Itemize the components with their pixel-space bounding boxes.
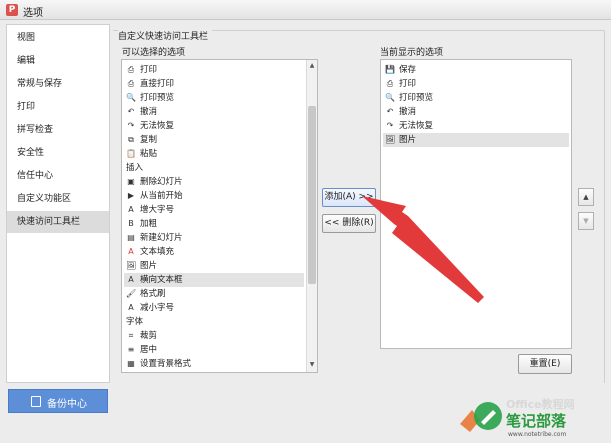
nav-item-general-save[interactable]: 常规与保存: [7, 73, 109, 95]
paste-icon: 📋: [126, 149, 136, 158]
current-options-label: 当前显示的选项: [380, 48, 444, 58]
new-slide-icon: ▤: [127, 233, 135, 242]
remove-button[interactable]: << 删除(R): [322, 214, 376, 233]
undo-icon: ↶: [386, 107, 394, 116]
backup-icon: [31, 396, 41, 407]
nav-item-quick-access-toolbar[interactable]: 快速访问工具栏: [7, 211, 109, 233]
delete-slide-icon: ▣: [127, 177, 135, 186]
format-painter-icon: 🖌: [126, 289, 137, 298]
available-options-list[interactable]: ⎙ 打印 ⎙ 直接打印 🔍 打印预览 ↶ 撤消 ↷ 无法恢复 ⧉ 复制 📋 粘贴 插入 ▣ 删除…: [121, 59, 318, 373]
bold-icon: B: [128, 219, 134, 228]
list-item-selected[interactable]: A 横向文本框: [124, 273, 304, 287]
list-item[interactable]: ↶ 撤消: [383, 105, 569, 119]
add-button[interactable]: 添加(A) >>: [322, 188, 376, 207]
picture-icon: 🖼: [126, 261, 137, 270]
reset-button[interactable]: 重置(E): [518, 354, 572, 374]
list-item[interactable]: 📋 粘贴: [124, 147, 304, 161]
watermark-line2: 笔记部落: [506, 412, 567, 430]
list-item[interactable]: ⎙ 打印: [383, 77, 569, 91]
redo-icon: ↷: [127, 121, 135, 130]
list-item[interactable]: ▦ 设置背景格式: [124, 357, 304, 371]
nav-item-edit[interactable]: 编辑: [7, 50, 109, 72]
list-item[interactable]: ⎙ 打印: [124, 63, 304, 77]
list-item[interactable]: A 减小字号: [124, 301, 304, 315]
print-preview-icon: 🔍: [126, 93, 136, 102]
title-bar: P 选项: [0, 0, 611, 20]
list-item[interactable]: ⧉ 复制: [124, 133, 304, 147]
nav-item-security[interactable]: 安全性: [7, 142, 109, 164]
list-item[interactable]: 🖌 格式刷: [124, 287, 304, 301]
list-item[interactable]: ▶ 从当前开始: [124, 189, 304, 203]
nav-item-trust-center[interactable]: 信任中心: [7, 165, 109, 187]
undo-icon: ↶: [127, 107, 135, 116]
list-item[interactable]: ⎙ 直接打印: [124, 77, 304, 91]
move-up-button[interactable]: ▲: [578, 188, 594, 206]
list-item[interactable]: 🖼 图片: [124, 259, 304, 273]
nav-item-view[interactable]: 视图: [7, 27, 109, 49]
nav-item-customize-ribbon[interactable]: 自定义功能区: [7, 188, 109, 210]
nav-item-print[interactable]: 打印: [7, 96, 109, 118]
print-icon: ⎙: [127, 65, 135, 74]
text-fill-icon: A: [128, 247, 134, 256]
list-item[interactable]: ⌗ 裁剪: [124, 329, 304, 343]
options-nav: 视图 编辑 常规与保存 打印 拼写检查 安全性 信任中心 自定义功能区 快速访问…: [6, 24, 110, 383]
copy-icon: ⧉: [128, 135, 134, 144]
decrease-font-icon: A: [128, 303, 134, 312]
list-item[interactable]: A 文本填充: [124, 245, 304, 259]
play-from-current-icon: ▶: [127, 191, 135, 200]
current-options-list[interactable]: 💾 保存 ⎙ 打印 🔍 打印预览 ↶ 撤消 ↷ 无法恢复 🖼 图片: [380, 59, 572, 349]
print-preview-icon: 🔍: [385, 93, 395, 102]
list-item[interactable]: ▤ 新建幻灯片: [124, 231, 304, 245]
list-item[interactable]: ≡ 居中: [124, 343, 304, 357]
list-item[interactable]: ↶ 撤消: [124, 105, 304, 119]
horizontal-textbox-icon: A: [128, 275, 134, 284]
wps-app-icon: P: [6, 4, 18, 16]
background-format-icon: ▦: [127, 359, 135, 368]
picture-icon: 🖼: [385, 135, 396, 144]
qat-group-title: 自定义快速访问工具栏: [118, 29, 213, 42]
window-title: 选项: [23, 8, 43, 19]
backup-center-button[interactable]: 备份中心: [8, 389, 108, 413]
save-icon: 💾: [385, 65, 395, 74]
list-section-header: 字体: [126, 317, 144, 327]
scroll-thumb[interactable]: [308, 106, 316, 284]
watermark: Office教程网 笔记部落 www.notetribe.com: [452, 386, 611, 443]
list-item[interactable]: B 加粗: [124, 217, 304, 231]
list-item-selected[interactable]: 🖼 图片: [383, 133, 569, 147]
scroll-down-icon[interactable]: ▼: [308, 361, 316, 369]
crop-icon: ⌗: [128, 331, 134, 340]
nav-item-spell-check[interactable]: 拼写检查: [7, 119, 109, 141]
direct-print-icon: ⎙: [127, 79, 135, 88]
align-center-icon: ≡: [127, 345, 135, 354]
list-item[interactable]: ↷ 无法恢复: [383, 119, 569, 133]
list-item[interactable]: 🔍 打印预览: [124, 91, 304, 105]
list-item[interactable]: ▣ 删除幻灯片: [124, 175, 304, 189]
list-item[interactable]: A 增大字号: [124, 203, 304, 217]
increase-font-icon: A: [128, 205, 134, 214]
backup-center-label: 备份中心: [47, 399, 87, 410]
arrow-up-icon: ▲: [583, 193, 589, 201]
list-item[interactable]: ↷ 无法恢复: [124, 119, 304, 133]
scroll-up-icon[interactable]: ▲: [308, 62, 316, 70]
available-list-scrollbar[interactable]: ▲ ▼: [306, 60, 317, 372]
redo-icon: ↷: [386, 121, 394, 130]
list-item[interactable]: 🔍 打印预览: [383, 91, 569, 105]
print-icon: ⎙: [386, 79, 394, 88]
list-item[interactable]: 💾 保存: [383, 63, 569, 77]
arrow-down-icon: ▼: [583, 217, 589, 225]
list-section-header: 插入: [126, 163, 144, 173]
available-options-label: 可以选择的选项: [122, 48, 186, 58]
watermark-url: www.notetribe.com: [508, 431, 567, 438]
move-down-button[interactable]: ▼: [578, 212, 594, 230]
